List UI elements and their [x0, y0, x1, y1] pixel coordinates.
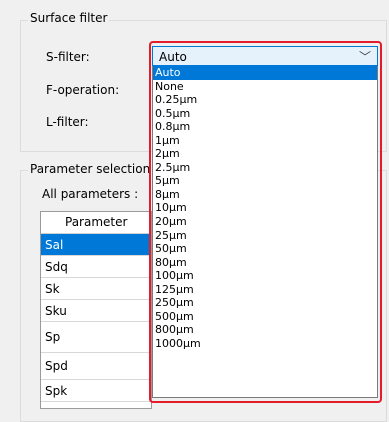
- table-row[interactable]: Sdq: [41, 256, 151, 278]
- table-row[interactable]: Sku: [41, 300, 151, 322]
- table-row[interactable]: Sp: [41, 322, 151, 353]
- s-filter-option[interactable]: 10μm: [153, 201, 377, 215]
- s-filter-option[interactable]: 0.25μm: [153, 93, 377, 107]
- parameter-column-header[interactable]: Parameter: [41, 212, 151, 234]
- s-filter-option[interactable]: 250μm: [153, 296, 377, 310]
- parameter-selection-title: Parameter selection: [28, 162, 153, 176]
- s-filter-option[interactable]: 5μm: [153, 174, 377, 188]
- s-filter-option[interactable]: Auto: [153, 66, 377, 80]
- table-row[interactable]: Sal: [41, 234, 151, 256]
- s-filter-option[interactable]: 2.5μm: [153, 161, 377, 175]
- s-filter-option[interactable]: 100μm: [153, 269, 377, 283]
- s-filter-option[interactable]: 2μm: [153, 147, 377, 161]
- s-filter-option[interactable]: 1000μm: [153, 337, 377, 351]
- s-filter-option[interactable]: 500μm: [153, 310, 377, 324]
- s-filter-option[interactable]: 50μm: [153, 242, 377, 256]
- s-filter-option[interactable]: None: [153, 80, 377, 94]
- parameter-rows: Sal Sdq Sk Sku Sp Spd Spk: [41, 234, 151, 402]
- s-filter-value: Auto: [159, 50, 187, 64]
- table-row[interactable]: Spd: [41, 353, 151, 380]
- table-row[interactable]: Sk: [41, 278, 151, 300]
- chevron-down-icon[interactable]: ﹀: [359, 48, 371, 65]
- s-filter-option[interactable]: 0.5μm: [153, 107, 377, 121]
- s-filter-options-list[interactable]: Auto None 0.25μm 0.5μm 0.8μm 1μm 2μm 2.5μm 5μm 8μ…: [152, 66, 378, 398]
- l-filter-label: L-filter:: [46, 115, 89, 129]
- s-filter-option[interactable]: 800μm: [153, 323, 377, 337]
- s-filter-option[interactable]: 20μm: [153, 215, 377, 229]
- surface-filter-title: Surface filter: [28, 11, 110, 25]
- parameter-table[interactable]: Parameter Sal Sdq Sk Sku Sp Spd Spk: [40, 211, 152, 409]
- s-filter-label: S-filter:: [46, 50, 90, 64]
- s-filter-dropdown[interactable]: Auto ﹀: [152, 46, 378, 66]
- all-parameters-label: All parameters :: [42, 187, 139, 201]
- s-filter-option[interactable]: 80μm: [153, 256, 377, 270]
- s-filter-option[interactable]: 125μm: [153, 283, 377, 297]
- f-operation-label: F-operation:: [46, 83, 120, 97]
- s-filter-option[interactable]: 1μm: [153, 134, 377, 148]
- s-filter-option[interactable]: 0.8μm: [153, 120, 377, 134]
- s-filter-option[interactable]: 25μm: [153, 229, 377, 243]
- s-filter-option[interactable]: 8μm: [153, 188, 377, 202]
- table-row[interactable]: Spk: [41, 380, 151, 402]
